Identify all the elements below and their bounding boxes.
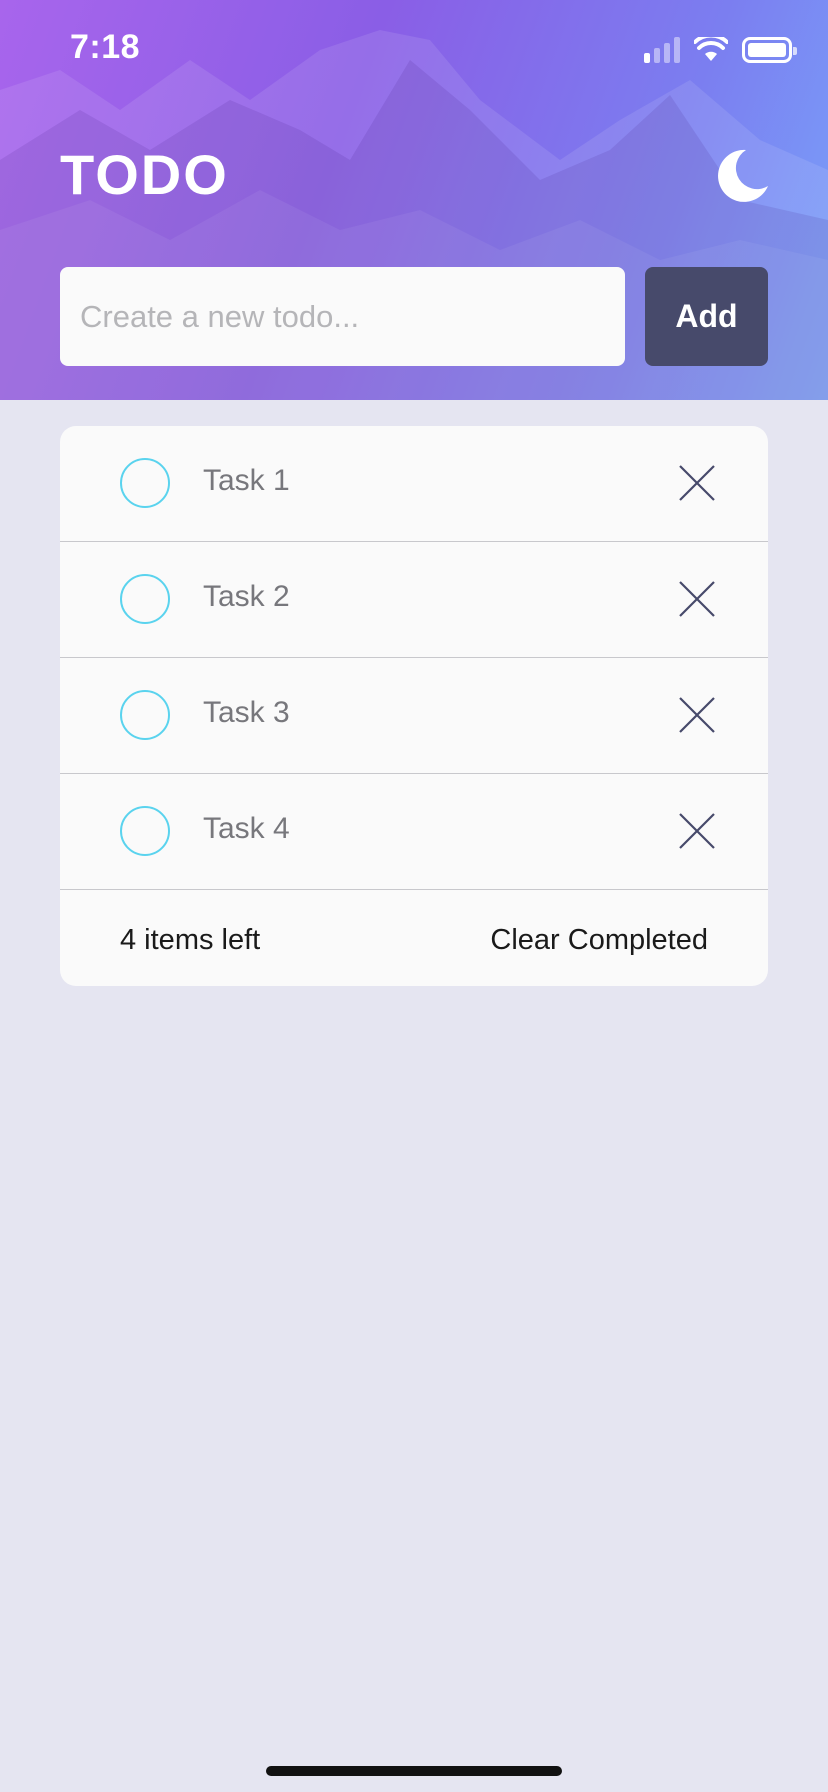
todo-footer: 4 items left Clear Completed: [60, 890, 768, 986]
items-left-count: 4 items left: [120, 924, 261, 956]
todo-label[interactable]: Task 1: [203, 464, 290, 498]
todo-item: Task 4: [60, 774, 768, 890]
battery-icon: [742, 37, 797, 63]
close-icon[interactable]: [670, 572, 724, 626]
moon-icon[interactable]: [712, 146, 772, 206]
close-icon[interactable]: [670, 804, 724, 858]
cellular-signal-icon: [644, 37, 680, 63]
circle-checkbox-icon[interactable]: [120, 806, 170, 856]
close-icon[interactable]: [670, 688, 724, 742]
status-time: 7:18: [70, 28, 141, 66]
circle-checkbox-icon[interactable]: [120, 574, 170, 624]
new-todo-input[interactable]: [60, 267, 625, 366]
todo-item: Task 2: [60, 542, 768, 658]
todo-label[interactable]: Task 3: [203, 696, 290, 730]
todo-item: Task 3: [60, 658, 768, 774]
status-icons: [644, 34, 797, 66]
add-button[interactable]: Add: [645, 267, 768, 366]
circle-checkbox-icon[interactable]: [120, 458, 170, 508]
header-banner: 7:18 TODO Add: [0, 0, 828, 400]
todo-item: Task 1: [60, 426, 768, 542]
close-icon[interactable]: [670, 456, 724, 510]
todo-label[interactable]: Task 2: [203, 580, 290, 614]
clear-completed-button[interactable]: Clear Completed: [490, 924, 708, 957]
app-title: TODO: [60, 143, 229, 206]
todo-list-card: Task 1 Task 2 Task 3 Task 4 4 items left…: [60, 426, 768, 986]
todo-label[interactable]: Task 4: [203, 812, 290, 846]
wifi-icon: [694, 37, 728, 61]
home-indicator[interactable]: [266, 1766, 562, 1776]
circle-checkbox-icon[interactable]: [120, 690, 170, 740]
